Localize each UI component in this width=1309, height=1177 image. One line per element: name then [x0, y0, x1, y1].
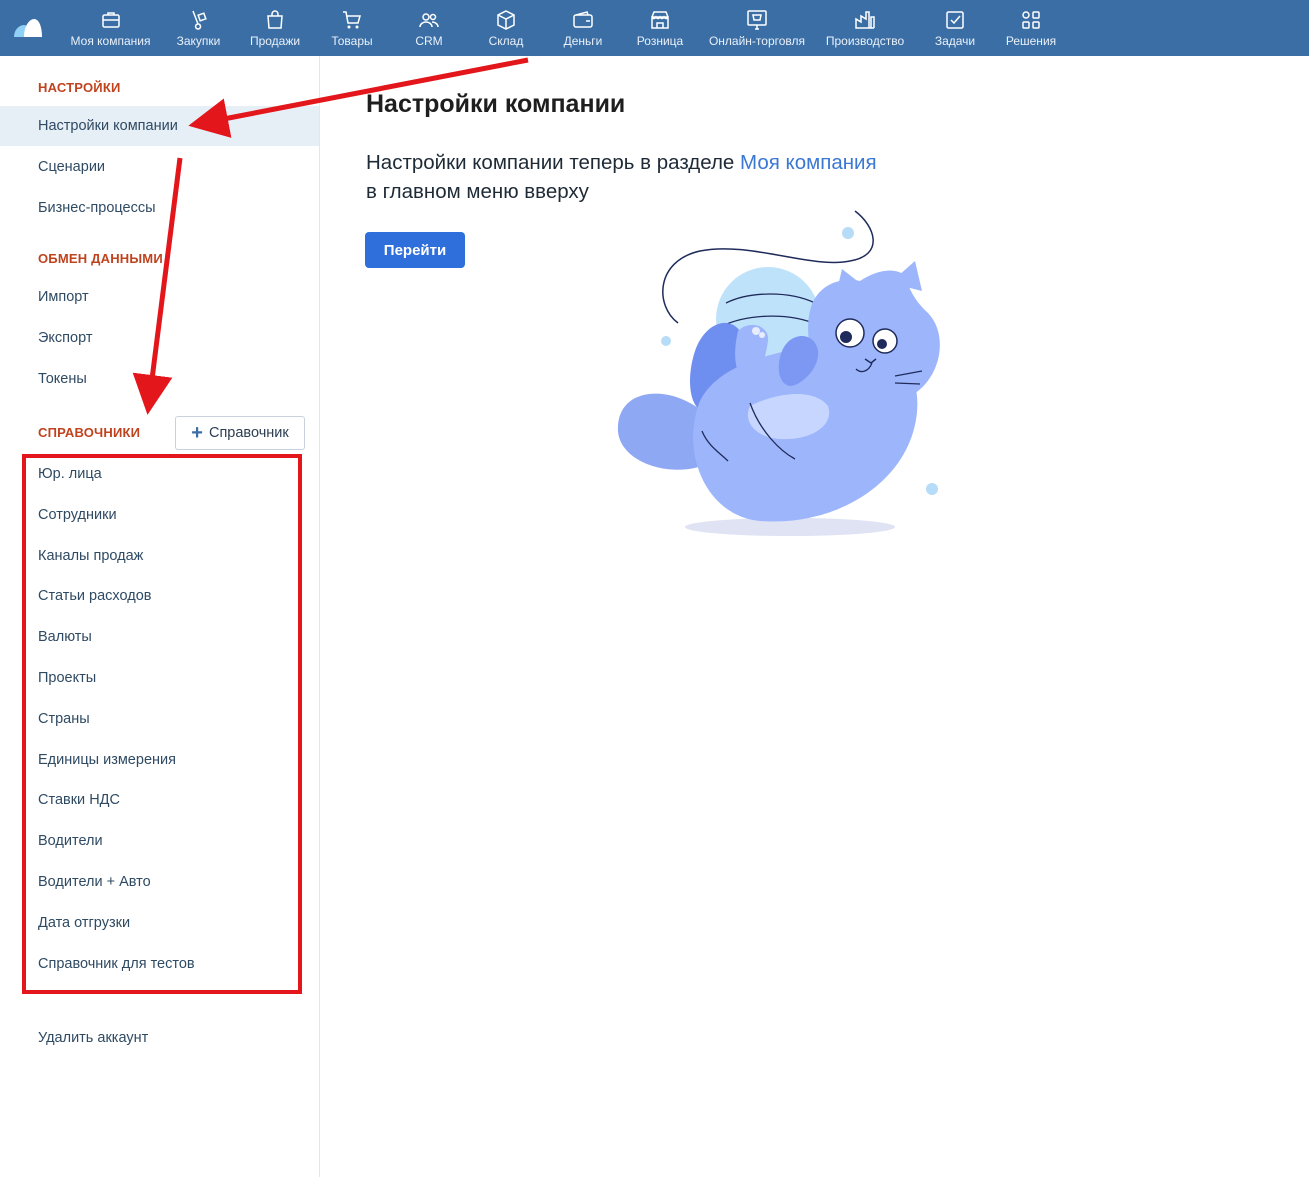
add-directory-button[interactable]: + Справочник — [175, 416, 305, 450]
sidebar-item-label: Страны — [38, 710, 90, 727]
nav-item-label: Онлайн-торговля — [708, 34, 806, 48]
top-navigation-bar: Моя компания Закупки Продажи Товары CRM Склад… — [0, 0, 1309, 56]
info-text-suffix: в главном меню вверху — [366, 180, 589, 203]
sidebar-item-label: Единицы измерения — [38, 751, 176, 768]
hand-truck-icon — [187, 8, 211, 32]
nav-item-5[interactable]: Склад — [472, 0, 540, 56]
online-shop-icon — [745, 8, 769, 32]
nav-item-label: Розница — [636, 34, 684, 48]
section-title-directories: СПРАВОЧНИКИ — [38, 425, 141, 440]
nav-item-0[interactable]: Моя компания — [56, 0, 165, 56]
box-icon — [494, 8, 518, 32]
sidebar-item-import[interactable]: Импорт — [0, 277, 319, 317]
sidebar-item-directory[interactable]: Водители — [0, 821, 319, 861]
sidebar-item-tokens[interactable]: Токены — [0, 359, 319, 399]
sidebar-item-directory[interactable]: Справочник для тестов — [0, 944, 319, 984]
sidebar-item-label: Юр. лица — [38, 466, 102, 482]
my-company-link[interactable]: Моя компания — [740, 151, 877, 174]
nav-item-6[interactable]: Деньги — [540, 0, 626, 56]
main-content: Настройки компании Настройки компании те… — [320, 56, 1309, 1177]
sidebar-item-label: Бизнес-процессы — [38, 200, 156, 216]
wallet-icon — [571, 8, 595, 32]
nav-item-label: Моя компания — [70, 34, 151, 48]
nav-item-2[interactable]: Продажи — [232, 0, 318, 56]
sidebar-item-label: Водители + Авто — [38, 874, 151, 890]
task-check-icon — [943, 8, 967, 32]
nav-item-4[interactable]: CRM — [386, 0, 472, 56]
app-logo[interactable] — [0, 0, 56, 56]
plus-icon: + — [191, 422, 203, 444]
sidebar-item-export[interactable]: Экспорт — [0, 318, 319, 358]
sidebar-item-label: Дата отгрузки — [38, 914, 131, 931]
sidebar-item-label: Ставки НДС — [38, 792, 120, 809]
sidebar-item-label: Валюты — [38, 629, 92, 646]
sidebar-item-label: Статьи расходов — [38, 588, 152, 605]
people-icon — [417, 8, 441, 32]
logo-icon — [14, 19, 42, 37]
sidebar-item-label: Удалить аккаунт — [38, 1030, 149, 1046]
nav-item-10[interactable]: Задачи — [910, 0, 1000, 56]
nav-item-label: Склад — [488, 34, 524, 48]
sidebar-item-directory[interactable]: Валюты — [0, 617, 319, 657]
go-button[interactable]: Перейти — [365, 232, 465, 268]
nav-item-9[interactable]: Производство — [820, 0, 910, 56]
sidebar-item-delete-account[interactable]: Удалить аккаунт — [0, 1018, 319, 1058]
nav-item-11[interactable]: Решения — [1000, 0, 1062, 56]
sidebar-item-directory[interactable]: Страны — [0, 699, 319, 739]
nav-item-label: Закупки — [176, 34, 221, 48]
sidebar-item-label: Водители — [38, 833, 103, 850]
sidebar-item-label: Импорт — [38, 289, 89, 305]
nav-item-label: CRM — [415, 34, 443, 48]
nav-item-8[interactable]: Онлайн-торговля — [694, 0, 820, 56]
sidebar-item-label: Проекты — [38, 670, 97, 686]
sidebar-item-directory[interactable]: Ставки НДС — [0, 780, 319, 820]
store-icon — [648, 8, 672, 32]
sidebar-item-directory[interactable]: Водители + Авто — [0, 862, 319, 902]
shopping-bag-icon — [263, 8, 287, 32]
sidebar-item-directory[interactable]: Статьи расходов — [0, 576, 319, 616]
sidebar-item-directory[interactable]: Сотрудники — [0, 495, 319, 535]
briefcase-icon — [99, 8, 123, 32]
sidebar-item-scenarios[interactable]: Сценарии — [0, 147, 319, 187]
sidebar-item-directory[interactable]: Юр. лица — [0, 454, 319, 494]
nav-item-label: Производство — [825, 34, 905, 48]
nav-item-label: Решения — [1005, 34, 1057, 48]
factory-icon — [853, 8, 877, 32]
page-title: Настройки компании — [366, 90, 626, 118]
sidebar-item-directory[interactable]: Каналы продаж — [0, 536, 319, 576]
nav-item-label: Деньги — [563, 34, 603, 48]
sidebar-item-directory[interactable]: Единицы измерения — [0, 740, 319, 780]
nav-item-label: Продажи — [249, 34, 301, 48]
sidebar-item-business-processes[interactable]: Бизнес-процессы — [0, 188, 319, 228]
section-title-settings: НАСТРОЙКИ — [38, 80, 121, 95]
nav-item-1[interactable]: Закупки — [165, 0, 232, 56]
grid-apps-icon — [1019, 8, 1043, 32]
sidebar-item-directory[interactable]: Проекты — [0, 658, 319, 698]
section-title-data-exchange: ОБМЕН ДАННЫМИ — [38, 251, 163, 266]
sidebar-item-label: Справочник для тестов — [38, 955, 195, 972]
sidebar-item-label: Настройки компании — [38, 118, 178, 134]
nav-item-label: Товары — [331, 34, 373, 48]
sidebar-item-label: Токены — [38, 371, 87, 387]
nav-item-7[interactable]: Розница — [626, 0, 694, 56]
cart-icon — [340, 8, 364, 32]
sidebar-item-directory[interactable]: Дата отгрузки — [0, 903, 319, 943]
sidebar-item-label: Каналы продаж — [38, 547, 144, 564]
sidebar-item-company-settings[interactable]: Настройки компании — [0, 106, 319, 146]
nav-item-label: Задачи — [934, 34, 976, 48]
sidebar-item-label: Сотрудники — [38, 506, 117, 523]
add-directory-label: Справочник — [208, 425, 289, 441]
sidebar-item-label: Экспорт — [38, 330, 93, 346]
nav-item-3[interactable]: Товары — [318, 0, 386, 56]
cat-illustration — [617, 210, 940, 536]
sidebar: НАСТРОЙКИ Настройки компании Сценарии Би… — [0, 56, 320, 1177]
info-text-prefix: Настройки компании теперь в разделе — [366, 151, 741, 174]
sidebar-item-label: Сценарии — [38, 159, 106, 175]
